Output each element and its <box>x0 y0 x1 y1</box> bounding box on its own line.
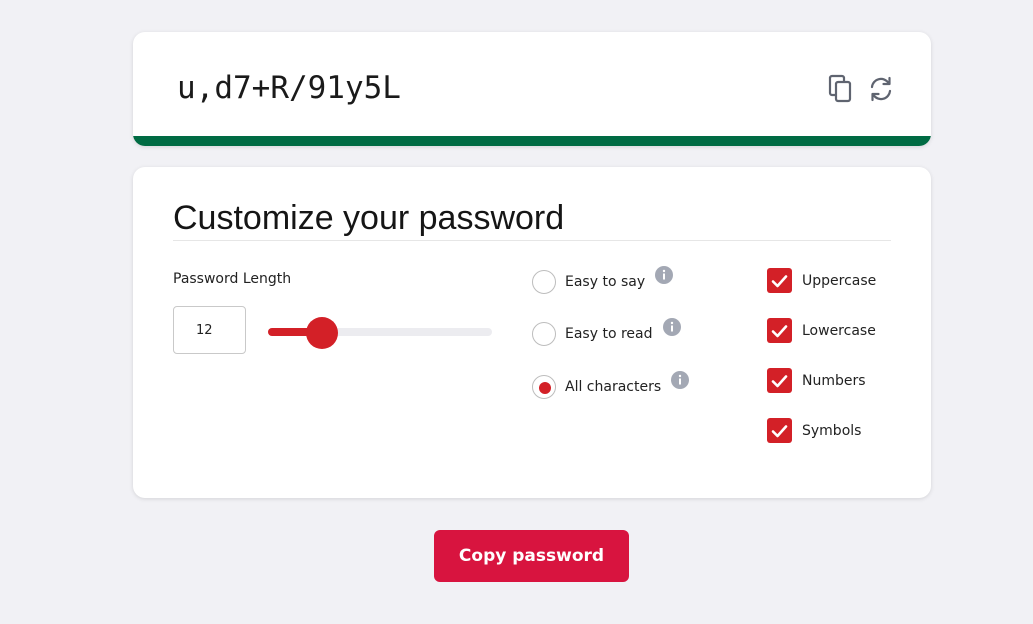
radio-easy-to-read[interactable] <box>532 322 556 346</box>
title-divider <box>173 240 891 241</box>
checkbox-numbers[interactable] <box>767 368 792 393</box>
mode-label: Easy to say <box>565 274 646 290</box>
option-uppercase[interactable]: Uppercase <box>767 268 876 293</box>
option-lowercase[interactable]: Lowercase <box>767 318 876 343</box>
mode-label: Easy to read <box>565 326 653 342</box>
password-length-slider[interactable] <box>268 317 492 349</box>
checkbox-lowercase[interactable] <box>767 318 792 343</box>
info-icon[interactable] <box>662 318 681 336</box>
password-length-input[interactable] <box>173 306 246 354</box>
info-icon[interactable] <box>655 266 674 284</box>
generated-password: u,d7+R/91y5L <box>177 70 401 106</box>
mode-easy-to-say[interactable]: Easy to say <box>532 266 674 294</box>
radio-all-characters[interactable] <box>532 375 556 399</box>
password-display-card: u,d7+R/91y5L <box>133 32 931 146</box>
password-strength-bar <box>133 136 931 146</box>
password-length-label: Password Length <box>173 271 292 287</box>
customize-card: Customize your password Password Length … <box>133 167 931 498</box>
refresh-icon[interactable] <box>867 74 895 104</box>
mode-all-characters[interactable]: All characters <box>532 371 690 399</box>
radio-easy-to-say[interactable] <box>532 270 556 294</box>
checkbox-label: Numbers <box>802 372 866 389</box>
info-icon[interactable] <box>671 371 690 389</box>
password-actions <box>826 74 895 104</box>
checkbox-label: Uppercase <box>802 272 877 289</box>
checkbox-symbols[interactable] <box>767 418 792 443</box>
checkbox-label: Lowercase <box>802 322 876 339</box>
mode-label: All characters <box>565 379 662 395</box>
customize-title: Customize your password <box>173 199 565 237</box>
option-numbers[interactable]: Numbers <box>767 368 866 393</box>
copy-icon[interactable] <box>826 74 854 104</box>
slider-thumb[interactable] <box>306 317 338 349</box>
option-symbols[interactable]: Symbols <box>767 418 861 443</box>
checkbox-uppercase[interactable] <box>767 268 792 293</box>
checkbox-label: Symbols <box>802 422 862 439</box>
copy-password-button[interactable]: Copy password <box>434 530 629 582</box>
mode-easy-to-read[interactable]: Easy to read <box>532 318 681 346</box>
